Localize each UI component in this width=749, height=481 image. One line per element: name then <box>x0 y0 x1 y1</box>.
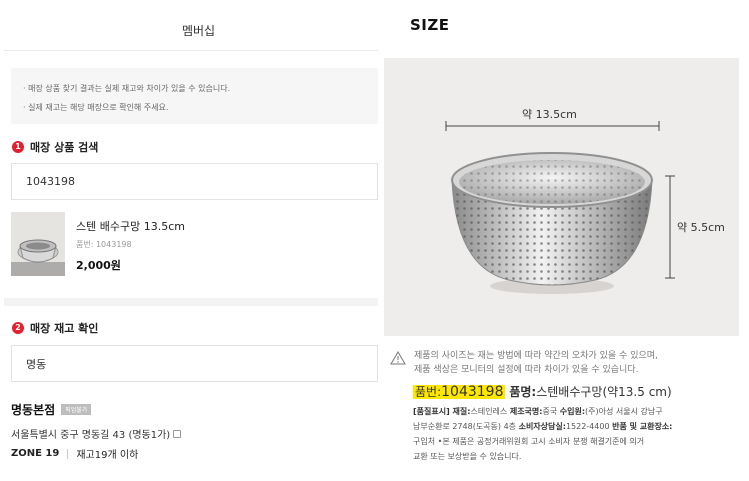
notice-line: · 실제 재고는 해당 매장으로 확인해 주세요. <box>23 103 169 112</box>
meta-value: (주)아성 서울시 강남구 <box>585 407 663 416</box>
copy-icon[interactable] <box>173 429 182 438</box>
section-divider <box>4 298 378 306</box>
size-heading: SIZE <box>410 16 450 34</box>
stock-section-title: 2 매장 재고 확인 <box>12 320 98 336</box>
meta-value: 남부순환로 2748(도곡동) 4층 <box>413 422 517 431</box>
meta-key: 수입원: <box>559 407 586 416</box>
zone-separator <box>67 448 69 459</box>
product-size-photo <box>384 58 739 336</box>
meta-key: 소비자상담실: <box>518 422 566 431</box>
search-section-title: 1 매장 상품 검색 <box>12 139 98 155</box>
meta-value: 스테인레스 <box>470 407 508 416</box>
caution-line: 제품의 사이즈는 재는 방법에 따라 약간의 오차가 있을 수 있으며, <box>414 351 658 361</box>
meta-line: 교환 또는 보상받을 수 있습니다. <box>413 452 522 461</box>
step-number-badge: 1 <box>12 141 24 153</box>
notice-box: · 매장 상품 찾기 결과는 실제 재고와 차이가 있을 수 있습니다. · 실… <box>11 68 378 124</box>
stock-status: 재고19개 이하 <box>76 450 139 461</box>
store-search-panel: 멤버십 · 매장 상품 찾기 결과는 실제 재고와 차이가 있을 수 있습니다.… <box>0 0 378 481</box>
product-code-line: 품번:1043198 품명:스텐배수구망(약13.5 cm) <box>413 383 672 400</box>
meta-key: 제조국명: <box>509 407 543 416</box>
page-title: 멤버십 <box>181 24 216 38</box>
name-value: 스텐배수구망(약13.5 cm) <box>536 385 672 399</box>
meta-value: 중국 <box>542 407 558 416</box>
meta-line: 남부순환로 2748(도곡동) 4층 소비자상담실:1522-4400 반품 및… <box>413 419 672 434</box>
product-thumbnail <box>11 212 65 276</box>
product-result[interactable]: 스텐 배수구망 13.5cm 품번: 1043198 2,000원 <box>11 212 378 288</box>
zone-label: ZONE 19 <box>11 448 60 459</box>
meta-line: 구입처 •본 제품은 공정거래위원회 고시 소비자 분쟁 해결기준에 의거 <box>413 437 645 446</box>
height-dimension-label: 약 5.5cm <box>677 221 725 234</box>
warning-icon <box>390 351 406 365</box>
search-section-label: 매장 상품 검색 <box>30 141 99 154</box>
stock-section-label: 매장 재고 확인 <box>30 322 99 335</box>
header-divider <box>4 50 378 51</box>
store-zone-row: ZONE 19 재고19개 이하 <box>11 446 138 461</box>
store-search-input[interactable]: 명동 <box>11 345 378 382</box>
product-info-label: [품질표시] 재질:스테인레스 제조국명:중국 수입원:(주)아성 서울시 강남… <box>413 404 672 464</box>
width-dimension-label: 약 13.5cm <box>522 108 577 121</box>
product-search-input[interactable]: 1043198 <box>11 163 378 200</box>
meta-key: [품질표시] 재질: <box>413 407 471 416</box>
product-code: 품번: 1043198 <box>76 240 132 249</box>
meta-line: [품질표시] 재질:스테인레스 제조국명:중국 수입원:(주)아성 서울시 강남… <box>413 404 672 419</box>
name-prefix: 품명: <box>509 385 537 399</box>
notice-line: · 매장 상품 찾기 결과는 실제 재고와 차이가 있을 수 있습니다. <box>23 84 231 93</box>
store-address: 서울특별시 중구 명동길 43 (명동1가) <box>11 430 171 441</box>
meta-value: 1522-4400 <box>565 422 610 431</box>
store-name-row: 명동본점 픽업불가 <box>11 401 92 418</box>
caution-line: 제품 색상은 모니터의 설정에 따라 차이가 있을 수 있습니다. <box>414 365 639 375</box>
product-name: 스텐 배수구망 13.5cm <box>76 220 185 233</box>
product-code-highlight: 품번:1043198 <box>413 384 506 400</box>
code-value: 1043198 <box>441 384 504 400</box>
store-name: 명동본점 <box>11 403 56 417</box>
meta-key: 반품 및 교환장소: <box>612 422 673 431</box>
product-price: 2,000원 <box>76 259 121 272</box>
pickup-status-badge: 픽업불가 <box>61 404 92 415</box>
code-prefix: 품번: <box>415 385 442 399</box>
step-number-badge: 2 <box>12 322 24 334</box>
store-address-row: 서울특별시 중구 명동길 43 (명동1가) <box>11 426 182 441</box>
